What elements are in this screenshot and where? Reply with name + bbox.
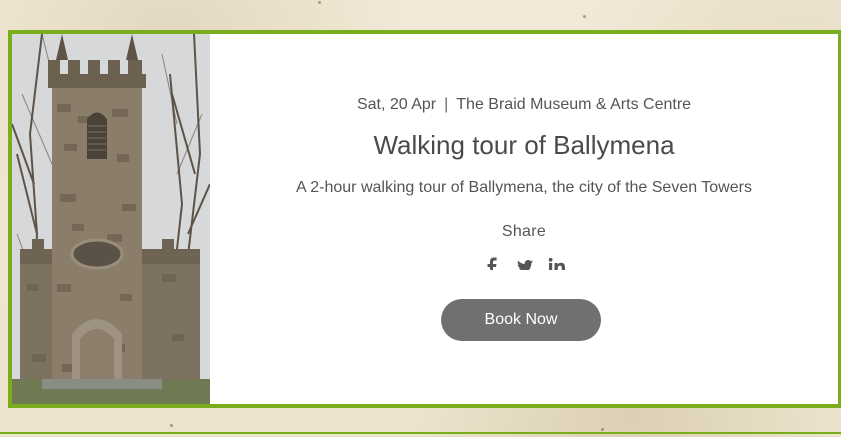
meta-separator: |	[444, 96, 449, 113]
book-now-button[interactable]: Book Now	[441, 299, 601, 341]
section-divider	[0, 432, 841, 434]
linkedin-icon[interactable]	[548, 256, 565, 270]
background-speck	[318, 1, 321, 4]
event-card: Sat, 20 Apr | The Braid Museum & Arts Cent…	[8, 30, 841, 408]
share-label: Share	[501, 223, 547, 240]
event-image	[12, 34, 210, 404]
event-details: Sat, 20 Apr | The Braid Museum & Arts Cent…	[210, 34, 838, 404]
facebook-icon[interactable]	[484, 256, 500, 270]
event-title: Walking tour of Ballymena	[373, 130, 675, 160]
event-description: A 2-hour walking tour of Ballymena, the …	[296, 179, 752, 196]
event-venue: The Braid Museum & Arts Centre	[456, 96, 692, 113]
background-speck	[583, 15, 586, 18]
twitter-icon[interactable]	[516, 256, 533, 270]
social-share-bar	[210, 256, 838, 270]
church-tower-illustration	[12, 34, 210, 404]
background-speck	[601, 428, 604, 431]
event-meta: Sat, 20 Apr | The Braid Museum & Arts Cent…	[210, 96, 838, 114]
background-speck	[170, 424, 173, 427]
event-date: Sat, 20 Apr	[356, 96, 437, 113]
